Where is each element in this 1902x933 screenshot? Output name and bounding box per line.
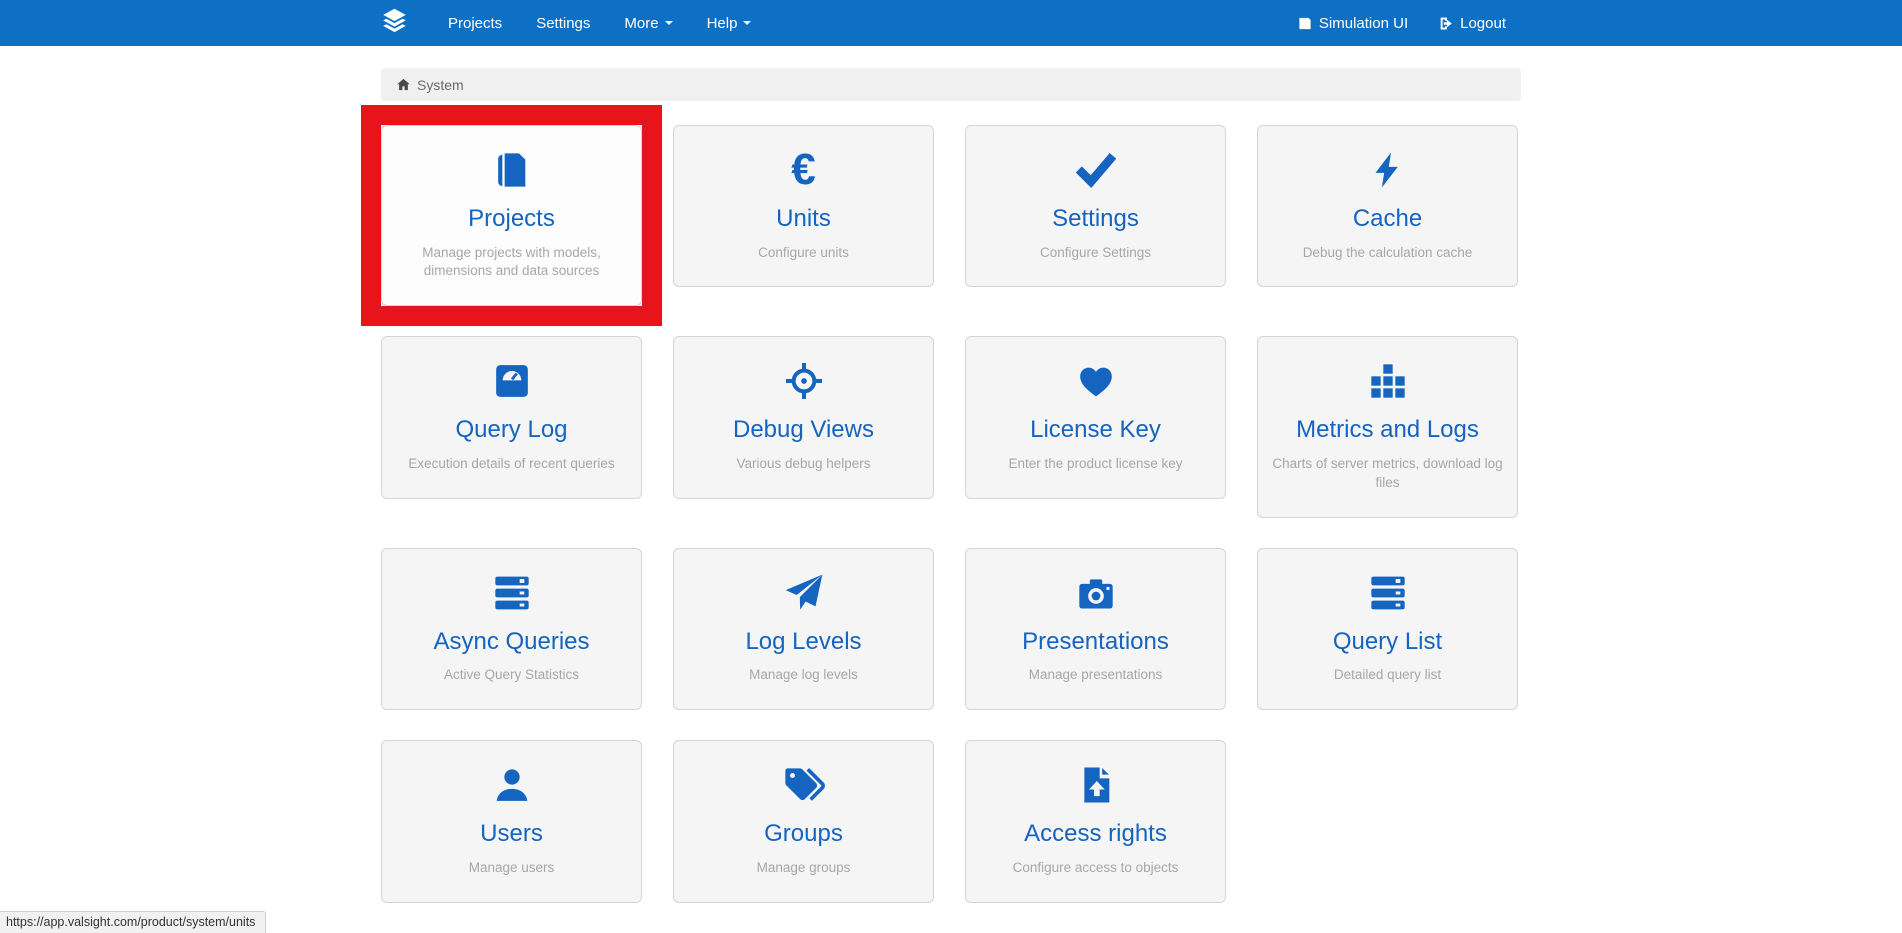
card-description: Manage groups — [686, 859, 921, 878]
system-card-grid: Projects Manage projects with models, di… — [381, 125, 1521, 903]
server-stack-icon — [394, 573, 629, 615]
card-description: Active Query Statistics — [394, 666, 629, 685]
card-description: Various debug helpers — [686, 455, 921, 474]
nav-item-more[interactable]: More — [604, 0, 686, 46]
weight-scale-icon — [394, 361, 629, 403]
metrics-blocks-icon — [1270, 361, 1505, 403]
card-description: Manage log levels — [686, 666, 921, 685]
card-description: Enter the product license key — [978, 455, 1213, 474]
book-icon — [394, 150, 629, 192]
breadcrumb: System — [381, 68, 1521, 101]
home-icon — [396, 77, 411, 92]
card-description: Configure access to objects — [978, 859, 1213, 878]
card-description: Detailed query list — [1270, 666, 1505, 685]
breadcrumb-label: System — [417, 77, 464, 93]
link-preview-statusbar: https://app.valsight.com/product/system/… — [0, 911, 266, 933]
card-debug-views[interactable]: Debug Views Various debug helpers — [673, 336, 934, 498]
nav-item-help[interactable]: Help — [687, 0, 766, 46]
card-async-queries[interactable]: Async Queries Active Query Statistics — [381, 548, 642, 710]
card-title: Users — [394, 820, 629, 848]
card-title: Metrics and Logs — [1270, 416, 1505, 444]
card-cache[interactable]: Cache Debug the calculation cache — [1257, 125, 1518, 287]
chevron-down-icon — [743, 21, 751, 25]
nav-item-projects[interactable]: Projects — [428, 0, 516, 46]
card-title: Debug Views — [686, 416, 921, 444]
status-url: https://app.valsight.com/product/system/… — [6, 915, 255, 929]
card-description: Manage presentations — [978, 666, 1213, 685]
euro-icon: € — [686, 150, 921, 192]
card-title: Groups — [686, 820, 921, 848]
card-title: License Key — [978, 416, 1213, 444]
card-description: Execution details of recent queries — [394, 455, 629, 474]
crosshairs-icon — [686, 361, 921, 403]
card-query-log[interactable]: Query Log Execution details of recent qu… — [381, 336, 642, 498]
card-title: Query List — [1270, 628, 1505, 656]
card-description: Manage users — [394, 859, 629, 878]
nav-item-settings[interactable]: Settings — [516, 0, 604, 46]
card-access-rights[interactable]: Access rights Configure access to object… — [965, 740, 1226, 902]
check-icon — [978, 150, 1213, 192]
card-units[interactable]: € Units Configure units — [673, 125, 934, 287]
breadcrumb-item-system[interactable]: System — [396, 77, 464, 93]
card-description: Configure Settings — [978, 244, 1213, 263]
heart-icon — [978, 361, 1213, 403]
card-title: Access rights — [978, 820, 1213, 848]
bolt-icon — [1270, 150, 1505, 192]
user-icon — [394, 765, 629, 807]
card-description: Debug the calculation cache — [1270, 244, 1505, 263]
card-description: Charts of server metrics, download log f… — [1270, 455, 1505, 493]
card-title: Cache — [1270, 205, 1505, 233]
card-title: Log Levels — [686, 628, 921, 656]
card-description: Manage projects with models, dimensions … — [394, 244, 629, 282]
card-description: Configure units — [686, 244, 921, 263]
card-title: Query Log — [394, 416, 629, 444]
card-metrics-and-logs[interactable]: Metrics and Logs Charts of server metric… — [1257, 336, 1518, 517]
card-title: Settings — [978, 205, 1213, 233]
card-title: Presentations — [978, 628, 1213, 656]
card-log-levels[interactable]: Log Levels Manage log levels — [673, 548, 934, 710]
card-groups[interactable]: Groups Manage groups — [673, 740, 934, 902]
nav-item-logout[interactable]: Logout — [1423, 15, 1521, 32]
server-stack-icon — [1270, 573, 1505, 615]
floppy-disk-icon — [1297, 16, 1313, 31]
file-upload-icon — [978, 765, 1213, 807]
card-projects[interactable]: Projects Manage projects with models, di… — [381, 125, 642, 306]
card-title: Units — [686, 205, 921, 233]
brand-logo[interactable] — [381, 7, 408, 39]
card-license-key[interactable]: License Key Enter the product license ke… — [965, 336, 1226, 498]
tags-icon — [686, 765, 921, 807]
top-navbar: Projects Settings More Help Simulation U… — [0, 0, 1902, 46]
card-settings[interactable]: Settings Configure Settings — [965, 125, 1226, 287]
card-title: Async Queries — [394, 628, 629, 656]
card-query-list[interactable]: Query List Detailed query list — [1257, 548, 1518, 710]
chevron-down-icon — [665, 21, 673, 25]
paper-plane-icon — [686, 573, 921, 615]
sign-out-icon — [1438, 16, 1454, 31]
card-title: Projects — [394, 205, 629, 233]
layers-icon — [381, 7, 408, 39]
card-presentations[interactable]: Presentations Manage presentations — [965, 548, 1226, 710]
camera-icon — [978, 573, 1213, 615]
nav-item-simulation-ui[interactable]: Simulation UI — [1282, 15, 1423, 32]
card-users[interactable]: Users Manage users — [381, 740, 642, 902]
